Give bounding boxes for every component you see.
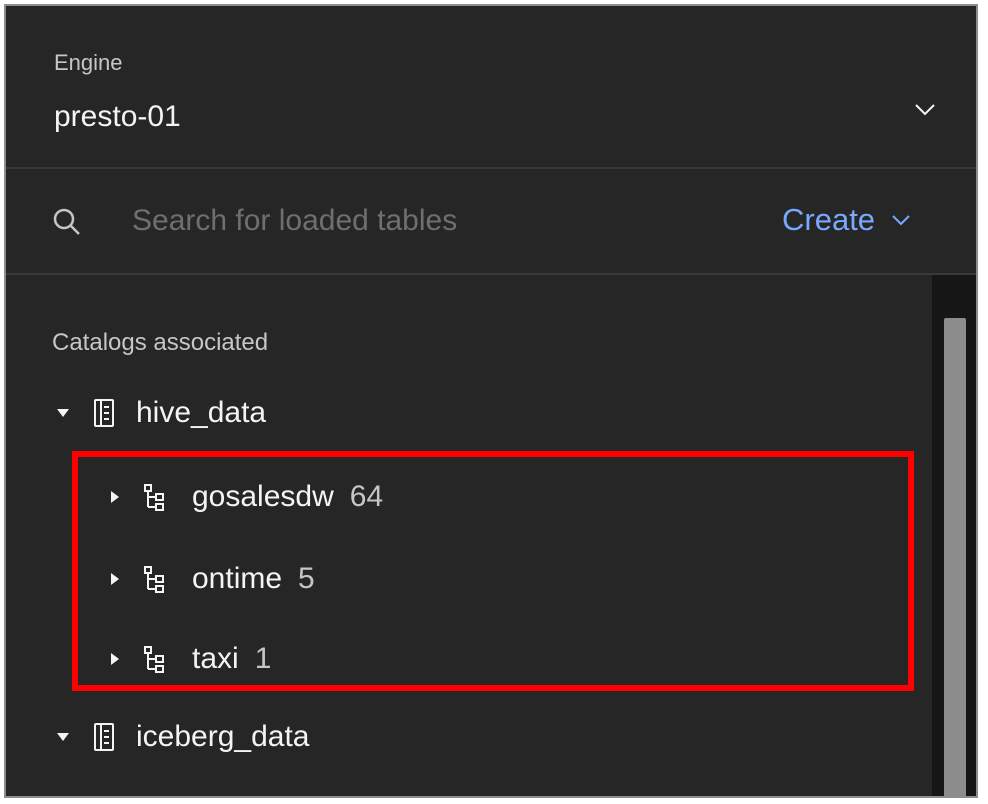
schema-icon — [144, 566, 164, 593]
engine-selector[interactable]: Engine presto-01 — [6, 6, 976, 169]
schema-item-gosalesdw[interactable]: gosalesdw 64 — [108, 467, 383, 527]
schema-icon — [144, 646, 164, 673]
catalog-panel: Engine presto-01 Create Catalogs associa… — [4, 4, 978, 798]
catalog-item-iceberg-data[interactable]: iceberg_data — [56, 707, 309, 767]
engine-value[interactable]: presto-01 — [54, 100, 181, 134]
chevron-down-icon — [892, 215, 910, 226]
create-label: Create — [782, 202, 876, 237]
search-bar: Create — [6, 169, 976, 275]
caret-right-icon[interactable] — [108, 572, 122, 586]
table-count: 1 — [254, 642, 272, 675]
schema-name: gosalesdw — [192, 480, 334, 513]
scrollbar-thumb[interactable] — [944, 318, 966, 796]
caret-down-icon[interactable] — [56, 730, 70, 744]
catalog-list: Catalogs associated hive_data gosalesdw … — [6, 275, 932, 796]
chevron-down-icon[interactable] — [914, 102, 936, 118]
schema-item-taxi[interactable]: taxi 1 — [108, 629, 271, 689]
catalog-name: hive_data — [136, 396, 267, 429]
engine-label: Engine — [54, 50, 123, 75]
table-count: 64 — [349, 480, 384, 513]
search-icon — [53, 208, 80, 235]
caret-right-icon[interactable] — [108, 652, 122, 666]
section-title: Catalogs associated — [52, 329, 269, 356]
table-count: 5 — [298, 562, 315, 595]
catalog-item-hive-data[interactable]: hive_data — [56, 383, 266, 443]
schema-name: taxi — [192, 642, 239, 675]
schema-icon — [144, 484, 164, 511]
caret-down-icon[interactable] — [56, 406, 70, 420]
catalog-name: iceberg_data — [136, 720, 310, 753]
create-button[interactable]: Create — [782, 195, 911, 245]
catalog-icon — [94, 399, 114, 427]
catalog-icon — [94, 723, 114, 751]
search-input[interactable] — [132, 199, 692, 243]
caret-right-icon[interactable] — [108, 490, 122, 504]
schema-item-ontime[interactable]: ontime 5 — [108, 549, 315, 609]
schema-name: ontime — [192, 562, 283, 595]
